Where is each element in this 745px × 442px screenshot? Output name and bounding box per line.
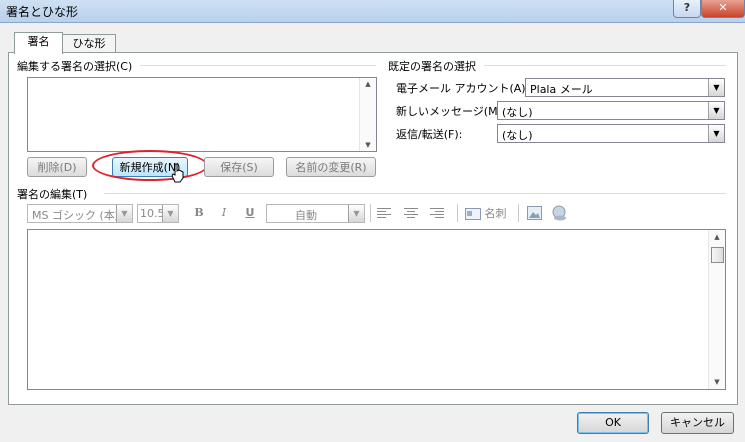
reply-forward-label: 返信/転送(F): [396,128,463,141]
cancel-button[interactable]: キャンセル [661,412,734,434]
font-color-select[interactable]: 自動 ▼ [266,204,365,223]
highlight-ellipse [92,150,208,181]
reply-forward-value: (なし) [502,129,533,142]
signature-list-scrollbar[interactable]: ▲ ▼ [359,78,376,151]
tab-stationery[interactable]: ひな形 [62,34,116,53]
account-value: Plala メール [530,83,593,96]
signature-editor[interactable]: ▲ ▼ [27,229,726,390]
toolbar-separator [518,204,519,222]
dropdown-arrow-icon[interactable]: ▼ [116,205,132,222]
scroll-up-icon[interactable]: ▲ [360,80,376,88]
toolbar-separator [457,204,458,222]
align-left-icon[interactable] [377,207,391,219]
help-button[interactable]: ? [673,0,701,18]
dropdown-arrow-icon[interactable]: ▼ [708,79,724,96]
dropdown-arrow-icon[interactable]: ▼ [708,102,724,119]
align-right-icon[interactable] [430,207,444,219]
window-title: 署名とひな形 [6,5,79,19]
divider [484,65,726,66]
hand-cursor-icon [171,163,184,183]
toolbar-separator [370,204,371,222]
new-message-label: 新しいメッセージ(M): [396,105,506,118]
ok-button[interactable]: OK [577,412,649,434]
new-message-select[interactable]: (なし) ▼ [497,101,725,120]
dropdown-arrow-icon[interactable]: ▼ [348,205,364,222]
dropdown-arrow-icon[interactable]: ▼ [708,125,724,142]
dropdown-arrow-icon[interactable]: ▼ [162,205,178,222]
font-color-value: 自動 [295,209,317,222]
scroll-down-icon[interactable]: ▼ [709,378,725,386]
divider [104,193,726,194]
insert-hyperlink-icon[interactable] [551,205,568,221]
business-card-label: 名刺 [484,207,507,220]
close-button[interactable]: ✕ [701,0,745,18]
account-label: 電子メール アカウント(A): [396,82,530,95]
bold-button[interactable]: B [191,204,207,222]
underline-button[interactable]: U [242,204,258,222]
business-card-button[interactable]: 名刺 [465,205,507,223]
font-size-value: 10.5 [140,207,165,220]
reply-forward-select[interactable]: (なし) ▼ [497,124,725,143]
scroll-up-icon[interactable]: ▲ [709,233,725,241]
divider [140,65,376,66]
scroll-down-icon[interactable]: ▼ [360,141,376,149]
rename-button[interactable]: 名前の変更(R) [286,157,376,177]
select-signature-heading: 編集する署名の選択(C) [17,60,133,73]
delete-button[interactable]: 削除(D) [27,157,87,177]
save-button[interactable]: 保存(S) [204,157,274,177]
align-center-icon[interactable] [404,207,418,219]
editor-scrollbar[interactable]: ▲ ▼ [708,230,725,389]
default-signature-heading: 既定の署名の選択 [388,60,476,73]
business-card-icon [465,208,481,220]
edit-signature-heading: 署名の編集(T) [17,188,88,201]
font-size-select[interactable]: 10.5 ▼ [137,204,179,223]
account-select[interactable]: Plala メール ▼ [525,78,725,97]
scroll-thumb[interactable] [711,247,724,263]
font-select[interactable]: MS ゴシック (本文 ▼ [27,204,133,223]
font-value: MS ゴシック (本文 [32,209,126,222]
title-bar: 署名とひな形 ? ✕ [0,0,745,23]
signature-list[interactable]: ▲ ▼ [27,77,377,152]
insert-picture-icon[interactable] [527,206,542,220]
italic-button[interactable]: I [216,204,232,222]
tab-signature[interactable]: 署名 [14,32,63,54]
new-message-value: (なし) [502,106,533,119]
